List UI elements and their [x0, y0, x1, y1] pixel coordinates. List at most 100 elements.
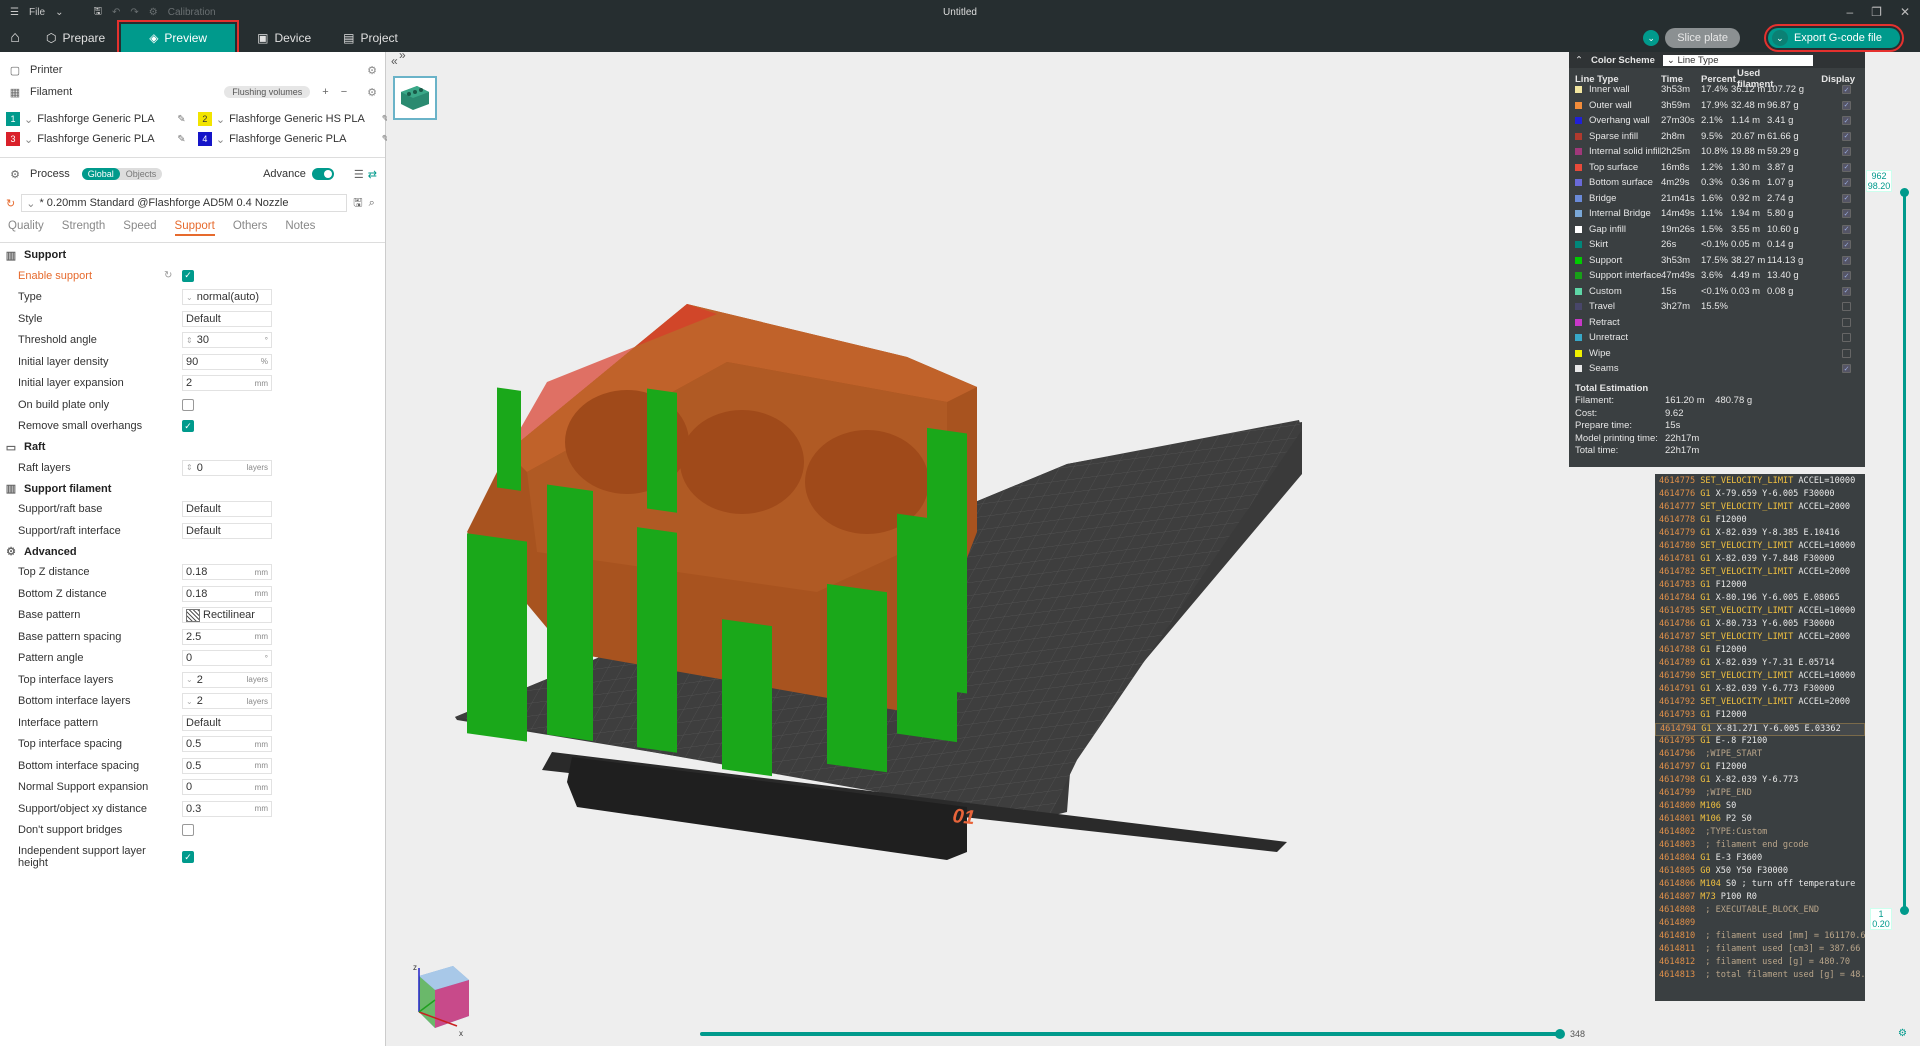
- process-preset-select[interactable]: ⌄ * 0.20mm Standard @Flashforge AD5M 0.4…: [21, 194, 348, 212]
- move-slider-track[interactable]: [700, 1032, 1560, 1036]
- global-option[interactable]: Global: [81, 168, 120, 180]
- tab-speed[interactable]: Speed: [123, 220, 156, 240]
- raft-base-select[interactable]: Default: [182, 501, 272, 518]
- filament-color-swatch[interactable]: 1: [6, 112, 20, 126]
- gcode-line[interactable]: 4614782 SET_VELOCITY_LIMIT ACCEL=2000: [1655, 567, 1865, 580]
- file-menu[interactable]: File: [29, 7, 45, 18]
- gcode-line[interactable]: 4614784 G1 X-80.196 Y-6.005 E.08065: [1655, 593, 1865, 606]
- gcode-line[interactable]: 4614806 M104 S0 ; turn off temperature: [1655, 879, 1865, 892]
- collapse-legend-icon[interactable]: ⌃: [1575, 55, 1583, 66]
- gcode-line[interactable]: 4614792 SET_VELOCITY_LIMIT ACCEL=2000: [1655, 697, 1865, 710]
- menu-icon[interactable]: ☰: [10, 7, 19, 18]
- dont-support-bridges-checkbox[interactable]: [182, 824, 194, 837]
- list-view-icon[interactable]: ☰: [354, 168, 364, 181]
- export-dropdown-icon[interactable]: ⌄: [1771, 30, 1788, 46]
- save-preset-icon[interactable]: 🖫: [353, 194, 362, 213]
- slice-plate-button[interactable]: Slice plate: [1665, 28, 1740, 48]
- pattern-angle-input[interactable]: 0 °: [182, 650, 272, 667]
- tab-prepare[interactable]: ⬡ Prepare: [30, 24, 121, 52]
- slice-dropdown-icon[interactable]: ⌄: [1643, 30, 1660, 46]
- independent-height-checkbox[interactable]: ✓: [182, 851, 194, 863]
- gcode-line[interactable]: 4614812 ; filament used [g] = 480.70: [1655, 957, 1865, 970]
- top-interface-spacing-input[interactable]: 0.5 mm: [182, 736, 272, 753]
- display-checkbox[interactable]: ✓: [1842, 85, 1851, 95]
- filament-slot-1[interactable]: 1 ⌄ Flashforge Generic PLA ✎: [6, 111, 198, 127]
- top-z-input[interactable]: 0.18 mm: [182, 564, 272, 581]
- tab-project[interactable]: ▤ Project: [327, 24, 414, 52]
- initial-density-input[interactable]: 90 %: [182, 353, 272, 370]
- gear-icon[interactable]: ⚙: [367, 64, 377, 77]
- gcode-line[interactable]: 4614785 SET_VELOCITY_LIMIT ACCEL=10000: [1655, 606, 1865, 619]
- display-checkbox[interactable]: ✓: [1842, 286, 1851, 296]
- gcode-line[interactable]: 4614789 G1 X-82.039 Y-7.31 E.05714: [1655, 658, 1865, 671]
- gcode-line[interactable]: 4614794 G1 X-81.271 Y-6.005 E.03362: [1655, 723, 1865, 736]
- layer-slider-bottom-knob[interactable]: [1900, 906, 1909, 915]
- chevron-down-icon[interactable]: ⌄: [24, 133, 33, 146]
- display-checkbox[interactable]: ✓: [1842, 255, 1851, 265]
- gcode-line[interactable]: 4614803 ; filament end gcode: [1655, 840, 1865, 853]
- line-type-select[interactable]: ⌄ Line Type: [1662, 54, 1813, 66]
- chevron-down-icon[interactable]: ⌄: [186, 675, 193, 684]
- filament-color-swatch[interactable]: 4: [198, 132, 212, 146]
- threshold-input[interactable]: ⇕ 30 °: [182, 332, 272, 349]
- type-select[interactable]: ⌄ normal(auto): [182, 289, 272, 306]
- reset-icon[interactable]: ↻: [6, 197, 15, 210]
- gcode-line[interactable]: 4614779 G1 X-82.039 Y-8.385 E.10416: [1655, 528, 1865, 541]
- add-filament-icon[interactable]: +: [322, 86, 328, 98]
- raft-interface-select[interactable]: Default: [182, 522, 272, 539]
- axis-cube[interactable]: z x: [399, 956, 487, 1046]
- export-gcode-button[interactable]: ⌄ Export G-code file: [1763, 24, 1905, 52]
- gcode-line[interactable]: 4614783 G1 F12000: [1655, 580, 1865, 593]
- filament-slot-3[interactable]: 3 ⌄ Flashforge Generic PLA ✎: [6, 131, 198, 147]
- style-select[interactable]: Default: [182, 310, 272, 327]
- display-checkbox[interactable]: ✓: [1842, 100, 1851, 110]
- display-checkbox[interactable]: [1842, 333, 1851, 343]
- advance-toggle[interactable]: [311, 168, 334, 180]
- gear-icon[interactable]: ⚙: [367, 86, 377, 99]
- edit-icon[interactable]: ✎: [177, 114, 185, 125]
- tab-quality[interactable]: Quality: [8, 220, 44, 240]
- printer-row[interactable]: ▢ Printer ⚙: [0, 59, 385, 81]
- interface-pattern-select[interactable]: Default: [182, 714, 272, 731]
- chevron-down-icon[interactable]: ⌄: [216, 113, 225, 126]
- gcode-line[interactable]: 4614781 G1 X-82.039 Y-7.848 F30000: [1655, 554, 1865, 567]
- filament-name[interactable]: Flashforge Generic PLA: [229, 133, 378, 145]
- tab-preview[interactable]: ◈ Preview: [117, 20, 240, 56]
- gcode-line[interactable]: 4614804 G1 E-3 F3600: [1655, 853, 1865, 866]
- on-build-plate-checkbox[interactable]: [182, 398, 194, 411]
- bottom-z-input[interactable]: 0.18 mm: [182, 585, 272, 602]
- gcode-line[interactable]: 4614802 ;TYPE:Custom: [1655, 827, 1865, 840]
- normal-expansion-input[interactable]: 0 mm: [182, 779, 272, 796]
- gcode-line[interactable]: 4614799 ;WIPE_END: [1655, 788, 1865, 801]
- undo-icon[interactable]: ↶: [112, 7, 120, 18]
- enable-support-checkbox[interactable]: ✓: [182, 269, 194, 282]
- global-objects-switch[interactable]: Global Objects: [81, 168, 163, 180]
- gcode-line[interactable]: 4614810 ; filament used [mm] = 161170.64: [1655, 931, 1865, 944]
- gcode-line[interactable]: 4614788 G1 F12000: [1655, 645, 1865, 658]
- gcode-line[interactable]: 4614780 SET_VELOCITY_LIMIT ACCEL=10000: [1655, 541, 1865, 554]
- tab-support[interactable]: Support: [174, 220, 215, 236]
- display-checkbox[interactable]: [1842, 302, 1851, 312]
- objects-option[interactable]: Objects: [120, 168, 163, 180]
- gcode-line[interactable]: 4614776 G1 X-79.659 Y-6.005 F30000: [1655, 489, 1865, 502]
- gcode-line[interactable]: 4614805 G0 X50 Y50 F30000: [1655, 866, 1865, 879]
- gcode-line[interactable]: 4614813 ; total filament used [g] = 48...: [1655, 970, 1865, 983]
- redo-icon[interactable]: ↷: [130, 7, 138, 18]
- display-checkbox[interactable]: ✓: [1842, 162, 1851, 172]
- gcode-viewer[interactable]: 4614775 SET_VELOCITY_LIMIT ACCEL=10000 4614…: [1655, 474, 1865, 1001]
- display-checkbox[interactable]: ✓: [1842, 147, 1851, 157]
- edit-icon[interactable]: ✎: [177, 134, 185, 145]
- filament-color-swatch[interactable]: 3: [6, 132, 20, 146]
- reset-icon[interactable]: ↻: [164, 270, 178, 281]
- gcode-line[interactable]: 4614775 SET_VELOCITY_LIMIT ACCEL=10000: [1655, 476, 1865, 489]
- chevron-down-icon[interactable]: ⌄: [186, 697, 193, 706]
- gcode-line[interactable]: 4614808 ; EXECUTABLE_BLOCK_END: [1655, 905, 1865, 918]
- gcode-line[interactable]: 4614811 ; filament used [cm3] = 387.66: [1655, 944, 1865, 957]
- gcode-line[interactable]: 4614798 G1 X-82.039 Y-6.773: [1655, 775, 1865, 788]
- gcode-line[interactable]: 4614791 G1 X-82.039 Y-6.773 F30000: [1655, 684, 1865, 697]
- display-checkbox[interactable]: ✓: [1842, 271, 1851, 281]
- gcode-line[interactable]: 4614793 G1 F12000: [1655, 710, 1865, 723]
- base-spacing-input[interactable]: 2.5 mm: [182, 628, 272, 645]
- display-checkbox[interactable]: ✓: [1842, 209, 1851, 219]
- home-icon[interactable]: ⌂: [0, 24, 30, 52]
